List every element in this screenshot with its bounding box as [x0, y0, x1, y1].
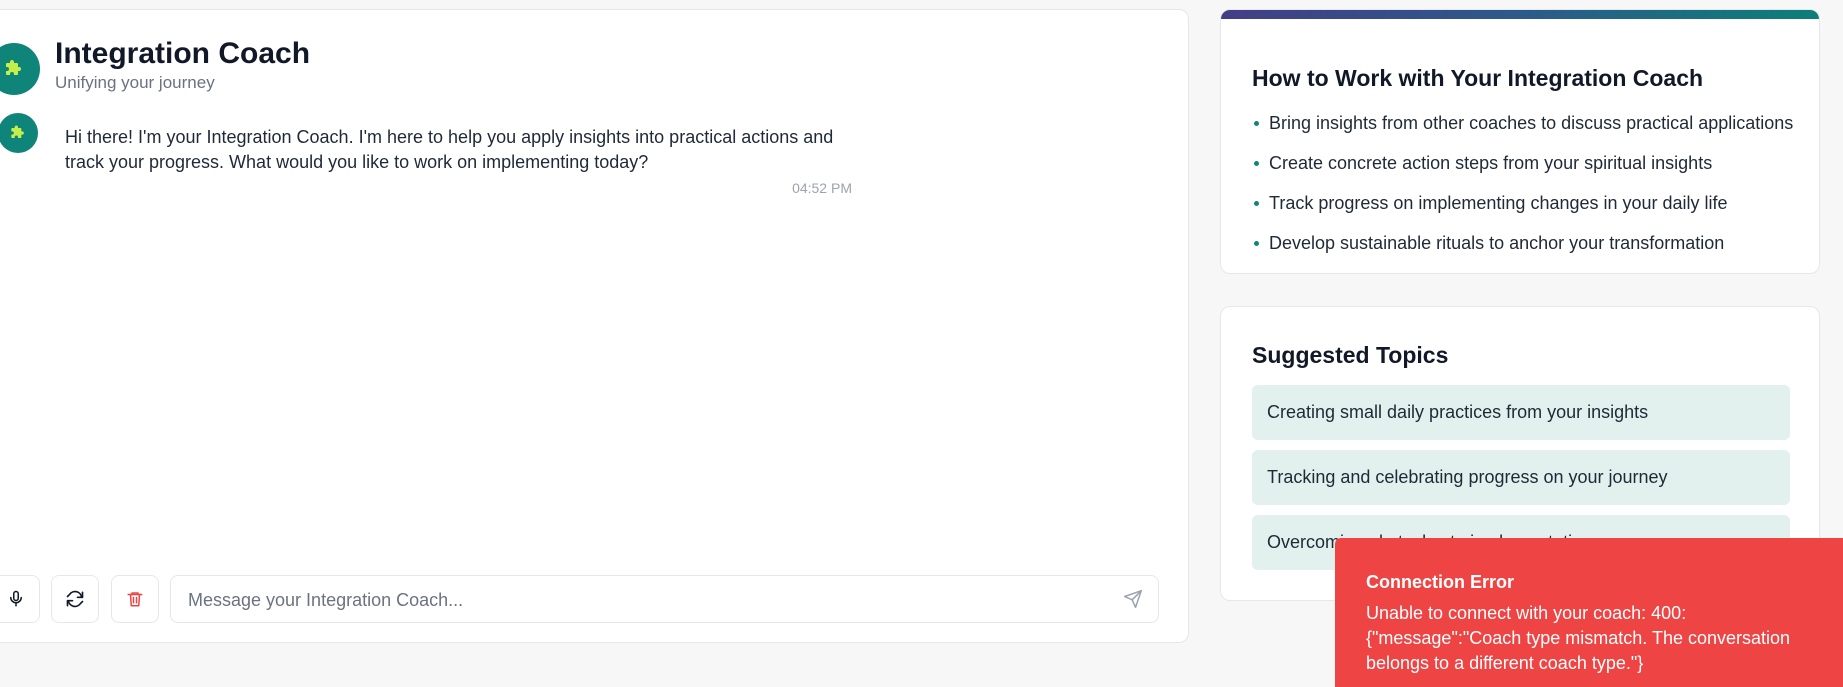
suggested-topics-title: Suggested Topics: [1252, 342, 1449, 368]
coach-tagline: Unifying your journey: [55, 73, 215, 92]
microphone-icon: [10, 590, 22, 607]
microphone-button[interactable]: [0, 575, 40, 623]
how-to-item: Bring insights from other coaches to dis…: [1252, 111, 1793, 151]
how-to-card: How to Work with Your Integration Coach …: [1220, 9, 1820, 274]
send-button[interactable]: [1120, 586, 1146, 612]
error-toast: Connection Error Unable to connect with …: [1335, 538, 1843, 687]
message-timestamp: 04:52 PM: [792, 180, 852, 196]
error-title: Connection Error: [1366, 572, 1515, 592]
refresh-icon: [66, 590, 84, 608]
how-to-item: Track progress on implementing changes i…: [1252, 191, 1793, 231]
puzzle-piece-icon: [11, 125, 24, 138]
error-message: Unable to connect with your coach: 400: …: [1366, 603, 1791, 673]
delete-conversation-button[interactable]: [111, 575, 159, 623]
gradient-accent-bar: [1221, 10, 1819, 19]
coach-message-text: Hi there! I'm your Integration Coach. I'…: [65, 127, 834, 172]
how-to-title: How to Work with Your Integration Coach: [1252, 65, 1704, 91]
suggested-topic-item[interactable]: Creating small daily practices from your…: [1252, 385, 1790, 440]
send-icon: [1123, 589, 1143, 609]
how-to-list: Bring insights from other coaches to dis…: [1252, 111, 1793, 271]
message-input-container: [170, 575, 1159, 624]
coach-name: Integration Coach: [55, 37, 311, 70]
suggested-topic-item[interactable]: Tracking and celebrating progress on you…: [1252, 450, 1790, 505]
trash-icon: [127, 592, 143, 607]
puzzle-piece-icon: [6, 60, 21, 75]
chat-panel: [0, 9, 1189, 643]
message-input[interactable]: [186, 576, 1090, 624]
how-to-item: Create concrete action steps from your s…: [1252, 151, 1793, 191]
refresh-button[interactable]: [51, 575, 99, 623]
how-to-item: Develop sustainable rituals to anchor yo…: [1252, 231, 1793, 271]
